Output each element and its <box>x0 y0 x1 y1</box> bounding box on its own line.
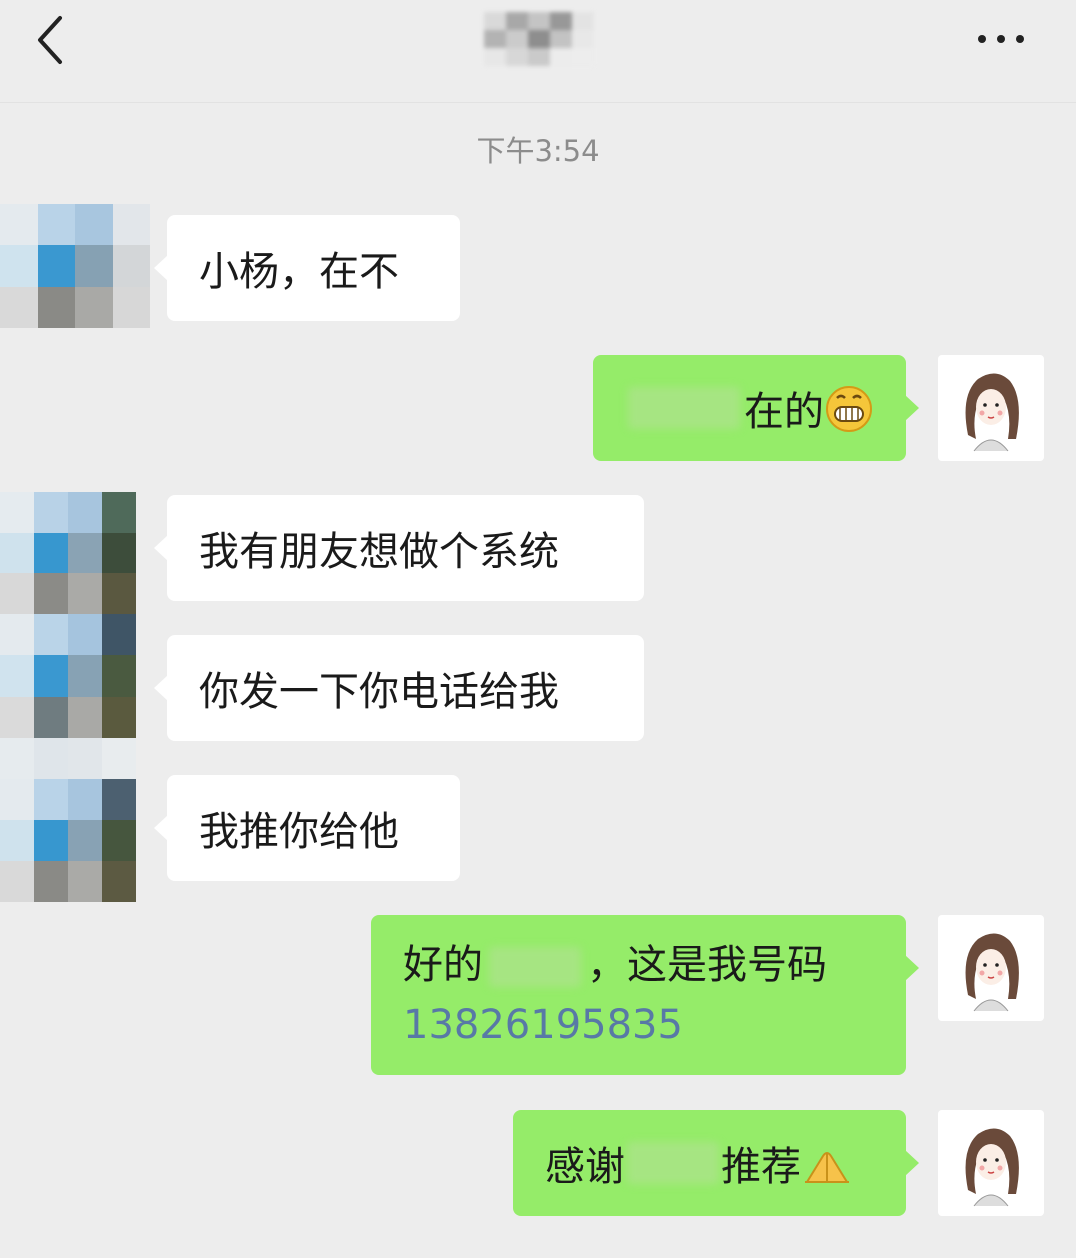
message-bubble[interactable]: 我推你给他 <box>154 775 460 881</box>
message-bubble[interactable]: 我有朋友想做个系统 <box>154 495 644 601</box>
back-button[interactable] <box>26 12 82 68</box>
more-button[interactable] <box>970 22 1032 56</box>
message-bubble[interactable]: 感谢 推荐 <box>513 1110 919 1216</box>
thanks-hands-emoji <box>805 1152 849 1183</box>
contact-name-redacted <box>484 12 594 66</box>
message-bubble[interactable]: 小杨，在不 <box>154 215 460 321</box>
my-avatar[interactable] <box>938 355 1044 461</box>
chevron-left-icon <box>38 16 62 64</box>
phone-number-link[interactable]: 13826195835 <box>403 995 683 1055</box>
message-text: 推荐 <box>721 1144 801 1190</box>
my-avatar[interactable] <box>938 915 1044 1021</box>
message-bubble[interactable]: 你发一下你电话给我 <box>154 635 644 741</box>
redacted-name <box>627 1142 719 1184</box>
message-text: 好的 <box>403 942 483 988</box>
message-text: 我推你给他 <box>199 809 399 855</box>
message-text: 我有朋友想做个系统 <box>199 529 559 575</box>
contact-avatar[interactable] <box>0 204 150 328</box>
message-text: 你发一下你电话给我 <box>199 669 559 715</box>
my-avatar[interactable] <box>938 1110 1044 1216</box>
message-text: 在的 <box>744 389 824 435</box>
contact-avatar[interactable] <box>0 492 136 614</box>
grin-emoji <box>826 386 872 432</box>
message-text: ，这是我号码 <box>587 942 827 988</box>
contact-avatar[interactable] <box>0 614 136 738</box>
redacted-name <box>628 387 740 429</box>
message-bubble[interactable]: 在的 <box>593 355 919 461</box>
message-text: 小杨，在不 <box>199 249 399 295</box>
more-dots-icon <box>978 35 1024 43</box>
girl-avatar-icon <box>965 933 1019 1012</box>
redacted-name <box>489 947 581 987</box>
message-timestamp: 下午3:54 <box>476 134 600 168</box>
chat-header <box>0 0 1076 103</box>
girl-avatar-icon <box>965 1128 1019 1207</box>
message-line: 好的 ，这是我号码 <box>403 935 827 995</box>
contact-avatar[interactable] <box>0 738 136 902</box>
message-bubble[interactable]: 好的 ，这是我号码 13826195835 <box>371 915 919 1075</box>
message-text: 感谢 <box>545 1144 625 1190</box>
girl-avatar-icon <box>965 373 1019 452</box>
